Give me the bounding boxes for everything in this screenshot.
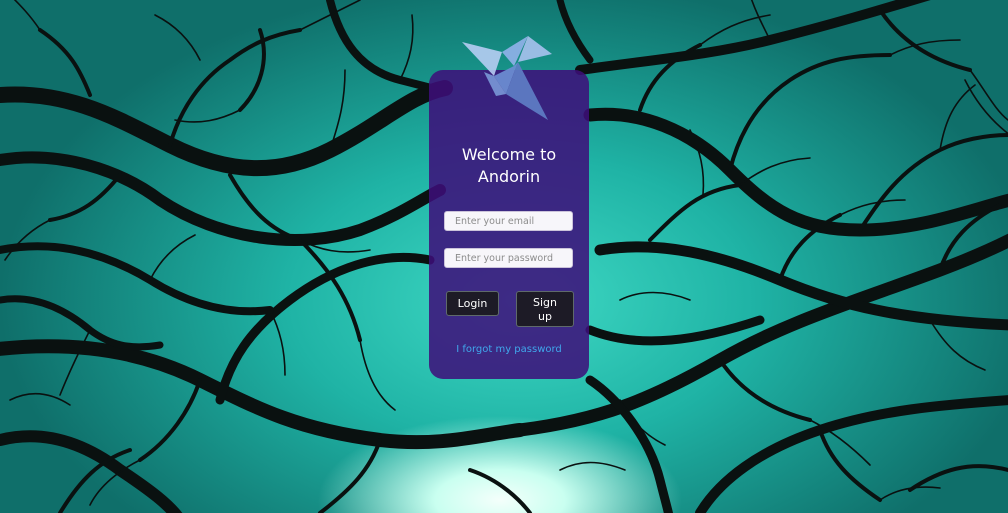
email-input[interactable]	[444, 211, 573, 231]
forgot-password-link[interactable]: I forgot my password	[429, 344, 589, 355]
origami-crane-icon	[462, 36, 552, 120]
password-input[interactable]	[444, 248, 573, 268]
signup-button[interactable]: Sign up	[516, 291, 574, 327]
login-button[interactable]: Login	[446, 291, 499, 316]
login-screen: Welcome to Andorin Login Sign up I forgo…	[0, 0, 1008, 513]
welcome-title: Welcome to Andorin	[461, 145, 557, 186]
